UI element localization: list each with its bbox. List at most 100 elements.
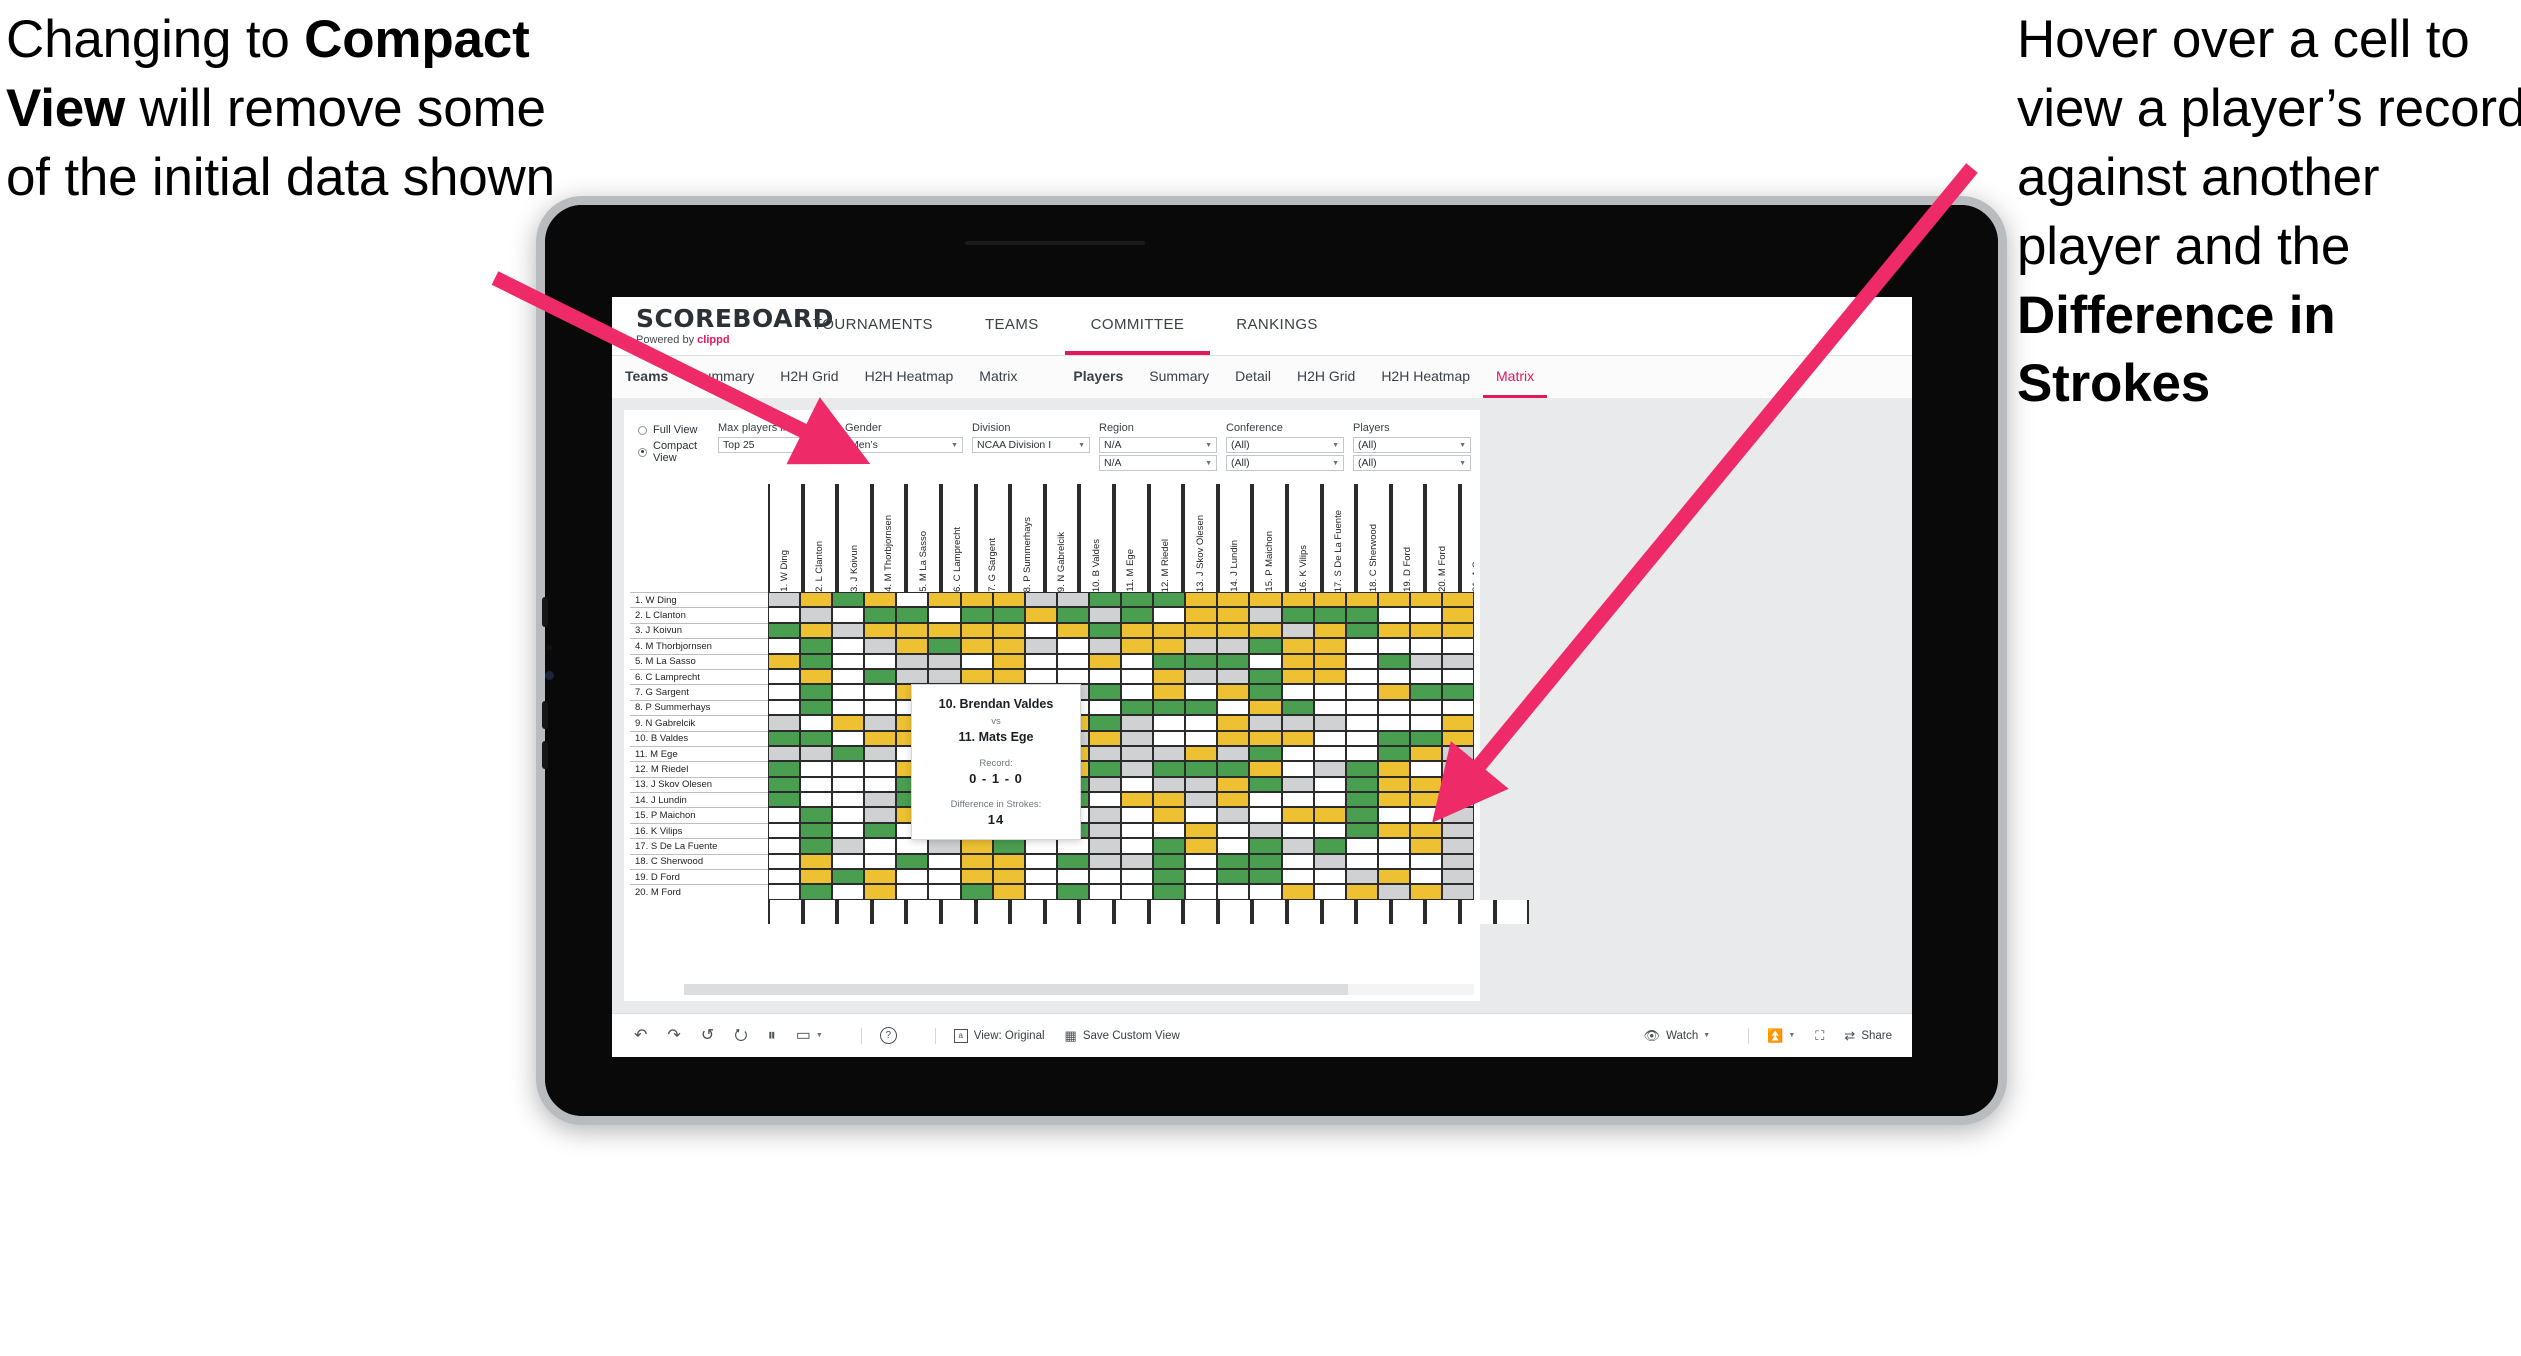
matrix-cell[interactable] bbox=[1313, 653, 1346, 669]
matrix-cell[interactable] bbox=[960, 838, 993, 854]
filter-select-gender[interactable]: Men’s ▼ bbox=[845, 437, 963, 453]
matrix-cell[interactable] bbox=[1409, 792, 1442, 808]
matrix-cell[interactable] bbox=[992, 622, 1025, 639]
matrix-cell[interactable] bbox=[960, 607, 993, 623]
matrix-cell[interactable] bbox=[832, 761, 865, 777]
matrix-cell[interactable] bbox=[1088, 807, 1122, 823]
matrix-cell[interactable] bbox=[768, 592, 801, 608]
matrix-col-header[interactable]: 7. G Sargent bbox=[975, 484, 1011, 592]
matrix-cell[interactable] bbox=[1345, 607, 1378, 623]
matrix-cell[interactable] bbox=[1153, 699, 1186, 716]
matrix-cell[interactable] bbox=[1249, 869, 1282, 885]
subnav-teams[interactable]: Teams bbox=[612, 356, 681, 398]
matrix-cell[interactable] bbox=[800, 730, 833, 746]
matrix-cell[interactable] bbox=[1281, 715, 1314, 731]
matrix-cell[interactable] bbox=[800, 776, 833, 793]
matrix-row-header[interactable]: 19. D Ford bbox=[630, 869, 768, 885]
matrix-cell[interactable] bbox=[1281, 607, 1314, 623]
matrix-col-header[interactable]: 21. A Greaser bbox=[1460, 484, 1474, 592]
matrix-cell[interactable] bbox=[1088, 792, 1122, 808]
matrix-cell[interactable] bbox=[1345, 730, 1378, 746]
matrix-row-header[interactable]: 20. M Ford bbox=[630, 884, 768, 900]
matrix-cell[interactable] bbox=[1185, 745, 1218, 762]
matrix-cell[interactable] bbox=[1121, 592, 1154, 608]
matrix-cell[interactable] bbox=[1313, 668, 1346, 685]
matrix-cell[interactable] bbox=[832, 607, 865, 623]
matrix-cell[interactable] bbox=[1409, 761, 1442, 777]
matrix-cell[interactable] bbox=[1153, 607, 1186, 623]
matrix-row-header[interactable]: 13. J Skov Olesen bbox=[630, 776, 768, 793]
matrix-row-header[interactable]: 2. L Clanton bbox=[630, 607, 768, 623]
matrix-cell[interactable] bbox=[1185, 653, 1218, 669]
subnav-h2h-heatmap[interactable]: H2H Heatmap bbox=[852, 356, 967, 398]
share-button[interactable]: ⇄ Share bbox=[1844, 1029, 1892, 1042]
matrix-cell[interactable] bbox=[1056, 607, 1089, 623]
subnav-matrix[interactable]: Matrix bbox=[1483, 356, 1548, 398]
matrix-cell[interactable] bbox=[832, 792, 865, 808]
matrix-cell[interactable] bbox=[768, 653, 801, 669]
matrix-col-header[interactable]: 9. N Gabrelcik bbox=[1044, 484, 1080, 592]
matrix-cell[interactable] bbox=[768, 638, 801, 654]
matrix-cell[interactable] bbox=[1217, 715, 1250, 731]
matrix-cell[interactable] bbox=[1377, 792, 1410, 808]
matrix-cell[interactable] bbox=[1281, 745, 1314, 762]
matrix-cell[interactable] bbox=[1409, 807, 1442, 823]
matrix-cell[interactable] bbox=[1345, 884, 1378, 900]
matrix-cell[interactable] bbox=[1313, 607, 1346, 623]
matrix-cell[interactable] bbox=[1345, 684, 1378, 700]
matrix-cell[interactable] bbox=[1217, 884, 1250, 900]
matrix-cell[interactable] bbox=[1313, 699, 1346, 716]
matrix-cell[interactable] bbox=[1249, 592, 1282, 608]
matrix-cell[interactable] bbox=[1377, 699, 1410, 716]
matrix-cell[interactable] bbox=[960, 653, 993, 669]
matrix-row-header[interactable]: 5. M La Sasso bbox=[630, 653, 768, 669]
matrix-cell[interactable] bbox=[1409, 838, 1442, 854]
matrix-cell[interactable] bbox=[896, 853, 929, 870]
matrix-cell[interactable] bbox=[992, 838, 1025, 854]
matrix-row-header[interactable]: 12. M Riedel bbox=[630, 761, 768, 777]
matrix-cell[interactable] bbox=[1249, 699, 1282, 716]
matrix-row-header[interactable]: 10. B Valdes bbox=[630, 730, 768, 746]
matrix-cell[interactable] bbox=[832, 822, 865, 839]
matrix-cell[interactable] bbox=[1217, 684, 1250, 700]
matrix-cell[interactable] bbox=[1249, 884, 1282, 900]
matrix-col-header[interactable]: 13. J Skov Olesen bbox=[1183, 484, 1218, 592]
matrix-cell[interactable] bbox=[864, 807, 897, 823]
matrix-cell[interactable] bbox=[928, 884, 961, 900]
matrix-col-header[interactable]: 5. M La Sasso bbox=[906, 484, 941, 592]
matrix-cell[interactable] bbox=[1377, 592, 1410, 608]
matrix-cell[interactable] bbox=[1313, 730, 1346, 746]
matrix-cell[interactable] bbox=[960, 853, 993, 870]
matrix-cell[interactable] bbox=[1185, 853, 1218, 870]
matrix-cell[interactable] bbox=[1153, 668, 1186, 685]
matrix-cell[interactable] bbox=[1217, 638, 1250, 654]
matrix-cell[interactable] bbox=[832, 884, 865, 900]
matrix-cell[interactable] bbox=[1313, 838, 1346, 854]
matrix-cell[interactable] bbox=[864, 792, 897, 808]
matrix-cell[interactable] bbox=[800, 668, 833, 685]
matrix-cell[interactable] bbox=[1153, 653, 1186, 669]
matrix-cell[interactable] bbox=[1249, 745, 1282, 762]
subnav-h2h-grid[interactable]: H2H Grid bbox=[767, 356, 851, 398]
matrix-cell[interactable] bbox=[1153, 730, 1186, 746]
matrix-cell[interactable] bbox=[864, 607, 897, 623]
matrix-cell[interactable] bbox=[768, 607, 801, 623]
matrix-cell[interactable] bbox=[800, 715, 833, 731]
matrix-cell[interactable] bbox=[1185, 730, 1218, 746]
matrix-cell[interactable] bbox=[1249, 622, 1282, 639]
matrix-cell[interactable] bbox=[1121, 668, 1154, 685]
matrix-cell[interactable] bbox=[1249, 853, 1282, 870]
matrix-cell[interactable] bbox=[1217, 730, 1250, 746]
matrix-cell[interactable] bbox=[864, 730, 897, 746]
topnav-tab-teams[interactable]: TEAMS bbox=[959, 297, 1065, 355]
matrix-cell[interactable] bbox=[1441, 715, 1474, 731]
filter-select-conference[interactable]: (All) ▼ bbox=[1226, 437, 1344, 453]
matrix-cell[interactable] bbox=[1185, 622, 1218, 639]
matrix-cell[interactable] bbox=[768, 761, 801, 777]
power-button[interactable] bbox=[542, 741, 548, 769]
matrix-cell[interactable] bbox=[1088, 745, 1122, 762]
matrix-cell[interactable] bbox=[992, 607, 1025, 623]
radio-compact-view[interactable]: Compact View bbox=[638, 440, 718, 464]
matrix-cell[interactable] bbox=[1217, 792, 1250, 808]
matrix-cell[interactable] bbox=[1249, 730, 1282, 746]
